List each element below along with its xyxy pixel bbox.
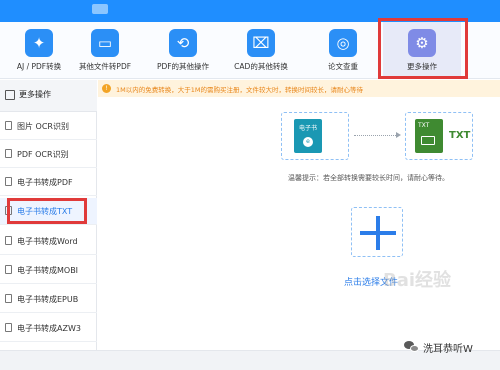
wechat-icon <box>404 340 420 354</box>
sidebar-item-ebook-mobi[interactable]: 电子书转成MOBI <box>0 257 97 284</box>
tool-cad[interactable]: ⌧ CAD的其他转换 <box>222 22 300 79</box>
watermark: Bai经验 <box>383 270 452 291</box>
sidebar-item-pdf-ocr[interactable]: PDF OCR识别 <box>0 141 97 168</box>
source-format-label: 电子书 <box>298 125 317 132</box>
tool-pdf-ops[interactable]: ⟲ PDF的其他操作 <box>144 22 222 79</box>
convert-arrow <box>354 135 398 136</box>
doc-icon <box>5 121 12 130</box>
highlight-box-tool <box>378 18 468 79</box>
sidebar-item-label: 电子书转成Word <box>17 237 78 246</box>
paper-check-icon: ◎ <box>329 29 357 57</box>
doc-icon <box>5 294 12 303</box>
sidebar-item-image-ocr[interactable]: 图片 OCR识别 <box>0 113 97 140</box>
menu-icon <box>5 90 15 100</box>
tool-paper-check[interactable]: ◎ 论文查重 <box>304 22 382 79</box>
tip-text: 温馨提示：若全部转换需要较长时间，请耐心等待。 <box>288 174 449 182</box>
wechat-account-name: 洗耳恭听W <box>423 344 473 355</box>
tool-label: CAD的其他转换 <box>234 62 288 71</box>
tool-other-to-pdf[interactable]: ▭ 其他文件转PDF <box>66 22 144 79</box>
pdf-convert-icon: ✦ <box>25 29 53 57</box>
ebook-file-icon: 电子书 e <box>294 119 322 153</box>
folder-icon: ▭ <box>91 29 119 57</box>
sidebar-item-label: 电子书转成PDF <box>17 178 73 187</box>
sidebar-item-ebook-pdf[interactable]: 电子书转成PDF <box>0 169 97 196</box>
notice-bar: ! 1M以内的免费转换，大于1M的需购买注册，文件较大时，转换时间较长，请耐心等… <box>98 80 500 97</box>
element-1: e <box>303 137 313 147</box>
doc-icon <box>5 323 12 332</box>
sidebar-item-ebook-word[interactable]: 电子书转成Word <box>0 228 97 255</box>
doc-icon <box>5 265 12 274</box>
element-5 <box>410 345 419 352</box>
txt-file-icon: TXT <box>415 119 443 153</box>
sidebar-item-ebook-epub[interactable]: 电子书转成EPUB <box>0 286 97 313</box>
source-format-card: 电子书 e <box>281 112 349 160</box>
sidebar-item-label: 电子书转成MOBI <box>17 266 79 275</box>
element-3 <box>360 231 396 235</box>
sidebar-header: 更多操作 <box>0 80 97 112</box>
target-format-label: TXT <box>418 122 430 129</box>
sidebar-item-ebook-azw3[interactable]: 电子书转成AZW3 <box>0 315 97 342</box>
sidebar-item-label: PDF OCR识别 <box>17 150 69 159</box>
sidebar-header-label: 更多操作 <box>19 90 51 99</box>
notice-text: 1M以内的免费转换，大于1M的需购买注册，文件较大时，转换时间较长，请耐心等待 <box>116 86 363 94</box>
pdf-ops-icon: ⟲ <box>169 29 197 57</box>
target-format-title: TXT <box>449 130 471 141</box>
info-icon: ! <box>102 84 111 93</box>
sidebar-item-label: 图片 OCR识别 <box>17 122 69 131</box>
element-2 <box>421 136 435 145</box>
doc-icon <box>5 236 12 245</box>
sidebar-item-label: 电子书转成EPUB <box>17 295 79 304</box>
arrow-head-icon <box>396 132 401 138</box>
add-file-button[interactable] <box>351 207 403 257</box>
sidebar-item-label: 电子书转成AZW3 <box>17 324 81 333</box>
title-bar-glint <box>92 4 108 14</box>
highlight-box-sidebar <box>7 198 87 224</box>
doc-icon <box>5 149 12 158</box>
doc-icon <box>5 177 12 186</box>
cad-icon: ⌧ <box>247 29 275 57</box>
target-format-card: TXT TXT <box>405 112 473 160</box>
